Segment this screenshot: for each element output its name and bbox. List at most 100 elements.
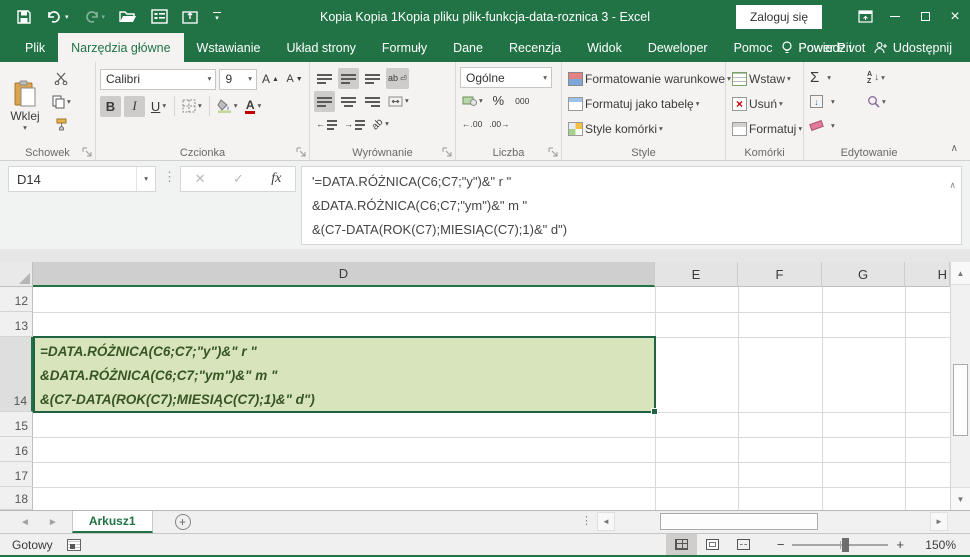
tab-narzedzia-glowne[interactable]: Narzędzia główne	[58, 33, 183, 62]
delete-cells-button[interactable]: Usuń▾	[730, 93, 799, 114]
clear-button[interactable]: ▾	[808, 115, 862, 136]
scroll-left-icon[interactable]: ◄	[597, 512, 615, 531]
autosum-button[interactable]: Σ▾	[808, 67, 862, 88]
clipboard-dialog-launcher-icon[interactable]	[82, 147, 93, 158]
row-header-14[interactable]: 14	[0, 337, 33, 412]
tab-deweloper[interactable]: Deweloper	[635, 33, 721, 62]
active-cell-d14[interactable]: =DATA.RÓŻNICA(C6;C7;"y")&" r " &DATA.RÓŻ…	[33, 336, 656, 413]
comma-style-button[interactable]: 000	[512, 90, 533, 111]
column-header-d[interactable]: D	[33, 262, 655, 287]
login-button[interactable]: Zaloguj się	[736, 5, 822, 29]
align-middle-button[interactable]	[338, 68, 359, 89]
open-file-icon[interactable]	[119, 9, 137, 24]
zoom-out-button[interactable]: −	[777, 537, 785, 552]
row-header-16[interactable]: 16	[0, 437, 33, 462]
increase-indent-button[interactable]: →	[342, 114, 367, 135]
name-box-dropdown-icon[interactable]: ▾	[136, 167, 155, 191]
tab-wstawianie[interactable]: Wstawianie	[184, 33, 274, 62]
number-format-combo[interactable]: Ogólne▾	[460, 67, 552, 88]
increase-decimal-button[interactable]: ←.00	[460, 113, 484, 134]
formula-input[interactable]: '=DATA.RÓŻNICA(C6;C7;"y")&" r " &DATA.RÓ…	[301, 166, 962, 245]
save-icon[interactable]	[16, 9, 32, 25]
italic-button[interactable]: I	[124, 96, 145, 117]
tab-dane[interactable]: Dane	[440, 33, 496, 62]
horizontal-scrollbar-thumb[interactable]	[660, 513, 818, 530]
column-header-f[interactable]: F	[738, 262, 822, 287]
worksheet-grid[interactable]: D E F G H 12 13 14 15 16 17 18 =DATA.RÓŻ…	[0, 262, 970, 510]
conditional-formatting-button[interactable]: Formatowanie warunkowe▾	[566, 68, 721, 89]
sheet-tab-arkusz1[interactable]: Arkusz1	[72, 511, 153, 533]
touch-mouse-mode-icon[interactable]	[182, 9, 199, 25]
accounting-format-button[interactable]: ▾	[460, 90, 485, 111]
add-sheet-icon[interactable]: +	[175, 514, 191, 530]
vertical-scrollbar-thumb[interactable]	[953, 364, 968, 436]
grow-font-button[interactable]: A▲	[260, 69, 281, 90]
align-center-button[interactable]	[338, 91, 359, 112]
paste-button[interactable]: Wklej ▾	[4, 65, 46, 144]
format-as-table-button[interactable]: Formatuj jako tabelę▾	[566, 93, 721, 114]
alignment-dialog-launcher-icon[interactable]	[442, 147, 453, 158]
find-select-button[interactable]: ▾	[865, 91, 888, 112]
sheetbar-splitter[interactable]: ⋮	[581, 514, 592, 527]
bold-button[interactable]: B	[100, 96, 121, 117]
decrease-indent-button[interactable]: ←	[314, 114, 339, 135]
collapse-formula-bar-icon[interactable]: ∧	[949, 173, 956, 197]
scroll-down-icon[interactable]: ▼	[951, 487, 970, 510]
sheet-nav-left-icon[interactable]: ◄	[20, 517, 30, 528]
cell-styles-button[interactable]: Style komórki▾	[566, 118, 721, 139]
font-size-combo[interactable]: 9▾	[219, 69, 257, 90]
zoom-slider-thumb[interactable]	[842, 538, 849, 552]
cancel-entry-icon[interactable]: ✕	[195, 171, 206, 187]
font-dialog-launcher-icon[interactable]	[296, 147, 307, 158]
page-layout-view-button[interactable]	[697, 534, 728, 555]
cut-button[interactable]	[50, 68, 73, 89]
merge-center-button[interactable]: ▾	[386, 91, 411, 112]
name-box[interactable]: D14 ▾	[8, 166, 156, 192]
sheet-nav-right-icon[interactable]: ►	[48, 517, 58, 528]
maximize-button[interactable]	[910, 0, 940, 33]
tell-me-box[interactable]: Powiedz i	[773, 41, 860, 55]
percent-style-button[interactable]: %	[488, 90, 509, 111]
underline-button[interactable]: U▾	[148, 96, 169, 117]
confirm-entry-icon[interactable]: ✓	[233, 171, 244, 187]
row-header-17[interactable]: 17	[0, 462, 33, 487]
column-header-e[interactable]: E	[655, 262, 738, 287]
number-dialog-launcher-icon[interactable]	[548, 147, 559, 158]
formula-bar-splitter[interactable]: ⋮	[163, 169, 176, 185]
ribbon-display-options-icon[interactable]	[850, 0, 880, 33]
zoom-in-button[interactable]: +	[896, 537, 904, 552]
sort-filter-button[interactable]: AZ ↓▾	[865, 67, 887, 88]
undo-dropdown-icon[interactable]: ▾	[65, 13, 69, 21]
tab-formuly[interactable]: Formuły	[369, 33, 440, 62]
share-button[interactable]: Udostępnij	[866, 41, 960, 55]
collapse-ribbon-icon[interactable]: ∧	[951, 143, 958, 154]
align-bottom-button[interactable]	[362, 68, 383, 89]
tab-recenzja[interactable]: Recenzja	[496, 33, 574, 62]
shrink-font-button[interactable]: A▼	[284, 69, 305, 90]
zoom-slider[interactable]	[792, 544, 888, 546]
tab-widok[interactable]: Widok	[574, 33, 635, 62]
undo-button[interactable]: ▾	[46, 10, 69, 24]
fill-handle[interactable]	[651, 408, 658, 415]
minimize-button[interactable]	[880, 0, 910, 33]
column-header-h[interactable]: H	[905, 262, 950, 287]
scroll-right-icon[interactable]: ►	[930, 512, 948, 531]
fill-button[interactable]: ↓ ▾	[808, 91, 862, 112]
macro-record-icon[interactable]	[67, 539, 81, 551]
align-left-button[interactable]	[314, 91, 335, 112]
normal-view-button[interactable]	[666, 534, 697, 555]
form-view-icon[interactable]	[151, 9, 168, 24]
tab-uklad-strony[interactable]: Układ strony	[273, 33, 368, 62]
row-header-13[interactable]: 13	[0, 312, 33, 337]
column-header-g[interactable]: G	[822, 262, 905, 287]
font-color-button[interactable]: A▾	[243, 96, 264, 117]
align-top-button[interactable]	[314, 68, 335, 89]
redo-button[interactable]: ▾	[83, 10, 106, 24]
borders-button[interactable]: ▾	[180, 96, 204, 117]
redo-dropdown-icon[interactable]: ▾	[102, 13, 106, 21]
font-name-combo[interactable]: Calibri▾	[100, 69, 216, 90]
tab-plik[interactable]: Plik	[12, 33, 58, 62]
customize-qat-icon[interactable]: ▾	[213, 12, 221, 22]
select-all-corner[interactable]	[0, 262, 33, 287]
align-right-button[interactable]	[362, 91, 383, 112]
